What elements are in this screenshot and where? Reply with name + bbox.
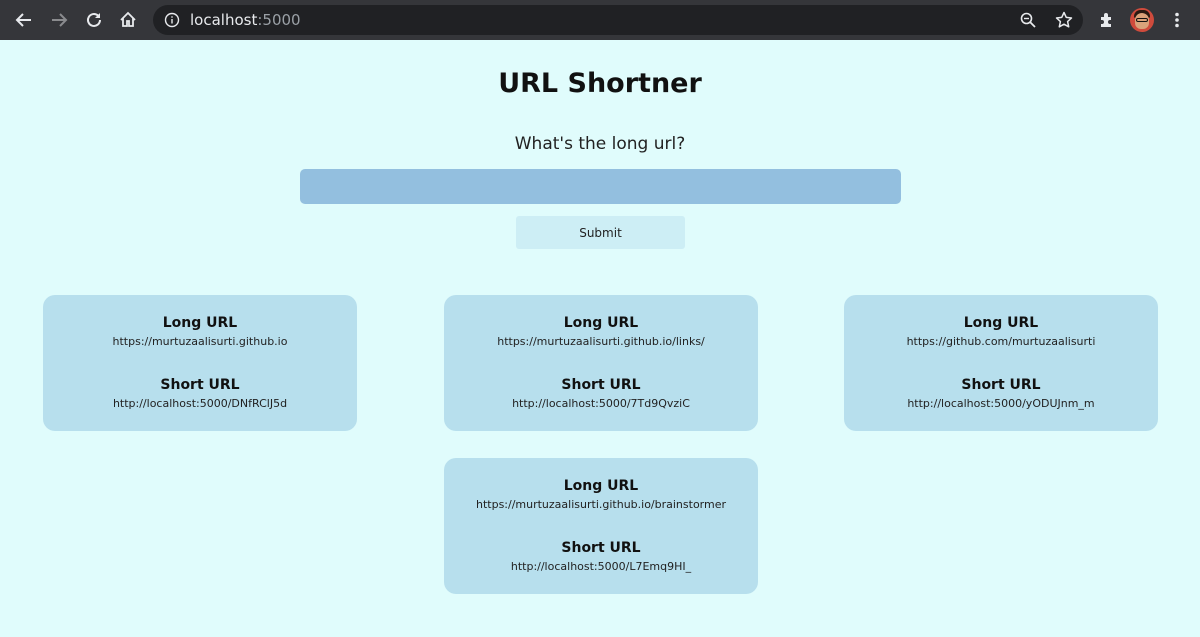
url-card: Long URL https://murtuzaalisurti.github.… bbox=[43, 295, 357, 431]
long-url-value: https://murtuzaalisurti.github.io bbox=[112, 335, 288, 348]
url-prompt-label: What's the long url? bbox=[514, 134, 686, 154]
home-icon[interactable] bbox=[114, 6, 142, 34]
avatar[interactable] bbox=[1130, 8, 1154, 32]
avatar-glasses bbox=[1136, 18, 1148, 22]
back-icon[interactable] bbox=[10, 6, 38, 34]
url-port: :5000 bbox=[257, 11, 301, 29]
url-host: localhost bbox=[190, 11, 258, 29]
url-card: Long URL https://murtuzaalisurti.github.… bbox=[444, 295, 758, 431]
reload-icon[interactable] bbox=[80, 6, 108, 34]
extensions-icon[interactable] bbox=[1093, 6, 1121, 34]
short-url-heading: Short URL bbox=[561, 540, 641, 556]
short-url-heading: Short URL bbox=[561, 377, 641, 393]
address-url: localhost:5000 bbox=[190, 11, 301, 29]
short-url-value[interactable]: http://localhost:5000/DNfRClJ5d bbox=[43, 397, 357, 410]
address-bar[interactable]: localhost:5000 bbox=[153, 5, 1083, 35]
url-card: Long URL https://murtuzaalisurti.github.… bbox=[444, 458, 758, 594]
zoom-icon[interactable] bbox=[1019, 11, 1037, 29]
short-url-heading: Short URL bbox=[961, 377, 1041, 393]
forward-icon[interactable] bbox=[45, 6, 73, 34]
info-icon[interactable] bbox=[164, 12, 180, 28]
long-url-heading: Long URL bbox=[563, 478, 639, 494]
long-url-value: https://murtuzaalisurti.github.io/links/ bbox=[497, 335, 705, 348]
long-url-heading: Long URL bbox=[162, 315, 238, 331]
long-url-heading: Long URL bbox=[563, 315, 639, 331]
submit-button[interactable]: Submit bbox=[516, 216, 685, 249]
long-url-input[interactable] bbox=[300, 169, 901, 204]
short-url-value[interactable]: http://localhost:5000/yODUJnm_m bbox=[844, 397, 1158, 410]
menu-icon[interactable] bbox=[1163, 6, 1191, 34]
long-url-value: https://murtuzaalisurti.github.io/brains… bbox=[475, 498, 727, 511]
star-icon[interactable] bbox=[1054, 10, 1074, 30]
short-url-heading: Short URL bbox=[160, 377, 240, 393]
long-url-value: https://github.com/murtuzaalisurti bbox=[906, 335, 1096, 348]
short-url-value[interactable]: http://localhost:5000/L7Emq9HI_ bbox=[444, 560, 758, 573]
url-card: Long URL https://github.com/murtuzaalisu… bbox=[844, 295, 1158, 431]
browser-toolbar: localhost:5000 bbox=[0, 0, 1200, 40]
long-url-heading: Long URL bbox=[963, 315, 1039, 331]
page-title: URL Shortner bbox=[498, 68, 702, 99]
short-url-value[interactable]: http://localhost:5000/7Td9QvziC bbox=[444, 397, 758, 410]
